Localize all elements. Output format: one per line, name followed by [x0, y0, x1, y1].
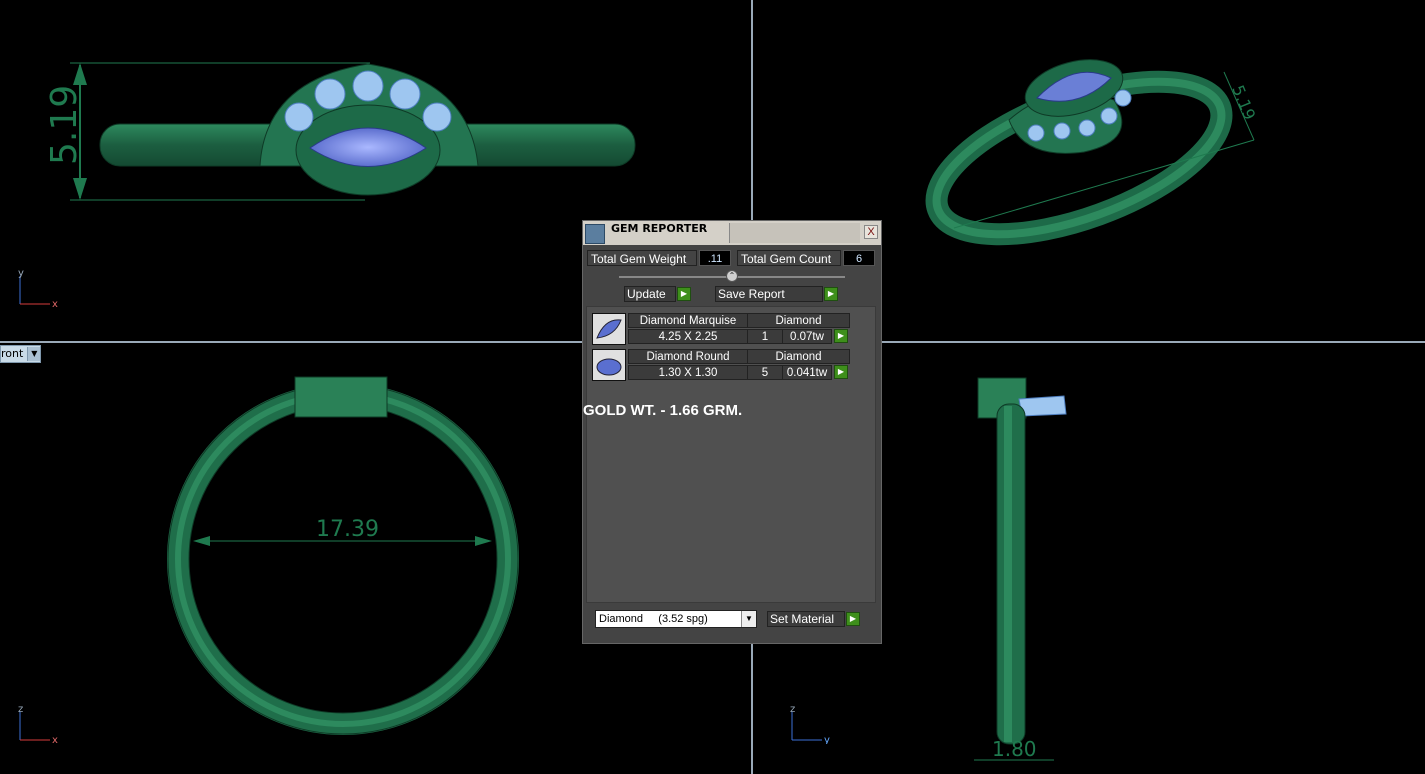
material-select-value: Diamond (3.52 spg) [599, 613, 708, 625]
close-button[interactable]: X [864, 225, 878, 239]
save-report-button[interactable]: Save Report [715, 286, 823, 302]
update-play-icon[interactable]: ▶ [677, 287, 691, 301]
save-report-play-icon[interactable]: ▶ [824, 287, 838, 301]
round-gem-icon [592, 349, 626, 381]
gem-name: Diamond Round [628, 349, 748, 364]
total-count-value: 6 [843, 250, 875, 266]
axis-gizmo: y x [14, 268, 58, 310]
gem-size: 1.30 X 1.30 [628, 365, 748, 380]
update-button[interactable]: Update [624, 286, 676, 302]
axis-gizmo: z x [14, 704, 58, 746]
total-weight-value: .11 [699, 250, 731, 266]
axis-x-label: x [52, 299, 58, 308]
axis-y-label: y [824, 735, 830, 744]
chevron-down-icon[interactable]: ▼ [741, 611, 756, 627]
dimension-width-label: 1.80 [992, 737, 1037, 761]
view-selector[interactable]: ront ▼ [0, 345, 42, 363]
marquise-gem-icon [592, 313, 626, 345]
gem-weight: 0.07tw [782, 329, 832, 344]
gem-reporter-window: GEM REPORTER X Total Gem Weight .11 Tota… [582, 220, 882, 644]
gem-size: 4.25 X 2.25 [628, 329, 748, 344]
gem-list: Diamond Marquise Diamond 4.25 X 2.25 1 0… [586, 306, 876, 603]
gem-row[interactable]: Diamond Round Diamond 1.30 X 1.30 5 0.04… [587, 343, 877, 381]
axis-x-label: x [52, 735, 58, 744]
axis-z-label: z [790, 704, 795, 715]
set-material-play-icon[interactable]: ▶ [846, 612, 860, 626]
set-material-button[interactable]: Set Material [767, 611, 845, 627]
axis-z-label: z [18, 704, 23, 715]
view-selector-label: ront [1, 347, 24, 360]
dimension-perspective-label: 5.19 [1228, 82, 1259, 122]
gem-row[interactable]: Diamond Marquise Diamond 4.25 X 2.25 1 0… [587, 307, 877, 345]
gem-material: Diamond [747, 313, 850, 328]
gold-weight-text: GOLD WT. - 1.66 GRM. [583, 402, 743, 419]
app-icon [585, 224, 605, 244]
gem-weight: 0.041tw [782, 365, 832, 380]
window-title: GEM REPORTER [611, 222, 708, 235]
total-count-label: Total Gem Count [737, 250, 841, 266]
title-bar-fill [729, 223, 860, 243]
axis-y-label: y [18, 268, 24, 279]
gem-material: Diamond [747, 349, 850, 364]
material-select[interactable]: Diamond (3.52 spg) ▼ [595, 610, 757, 628]
slider-handle[interactable]: ⌃ [726, 270, 738, 282]
gem-count: 1 [747, 329, 783, 344]
title-bar[interactable]: GEM REPORTER X [583, 221, 881, 245]
gem-play-icon[interactable]: ▶ [834, 365, 848, 379]
axis-gizmo: z y [786, 704, 830, 746]
total-weight-label: Total Gem Weight [587, 250, 697, 266]
gem-name: Diamond Marquise [628, 313, 748, 328]
gem-play-icon[interactable]: ▶ [834, 329, 848, 343]
chevron-down-icon[interactable]: ▼ [27, 347, 41, 361]
gem-count: 5 [747, 365, 783, 380]
dimension-diameter-label: 17.39 [316, 517, 379, 542]
dimension-height-label: 5.19 [44, 85, 85, 165]
